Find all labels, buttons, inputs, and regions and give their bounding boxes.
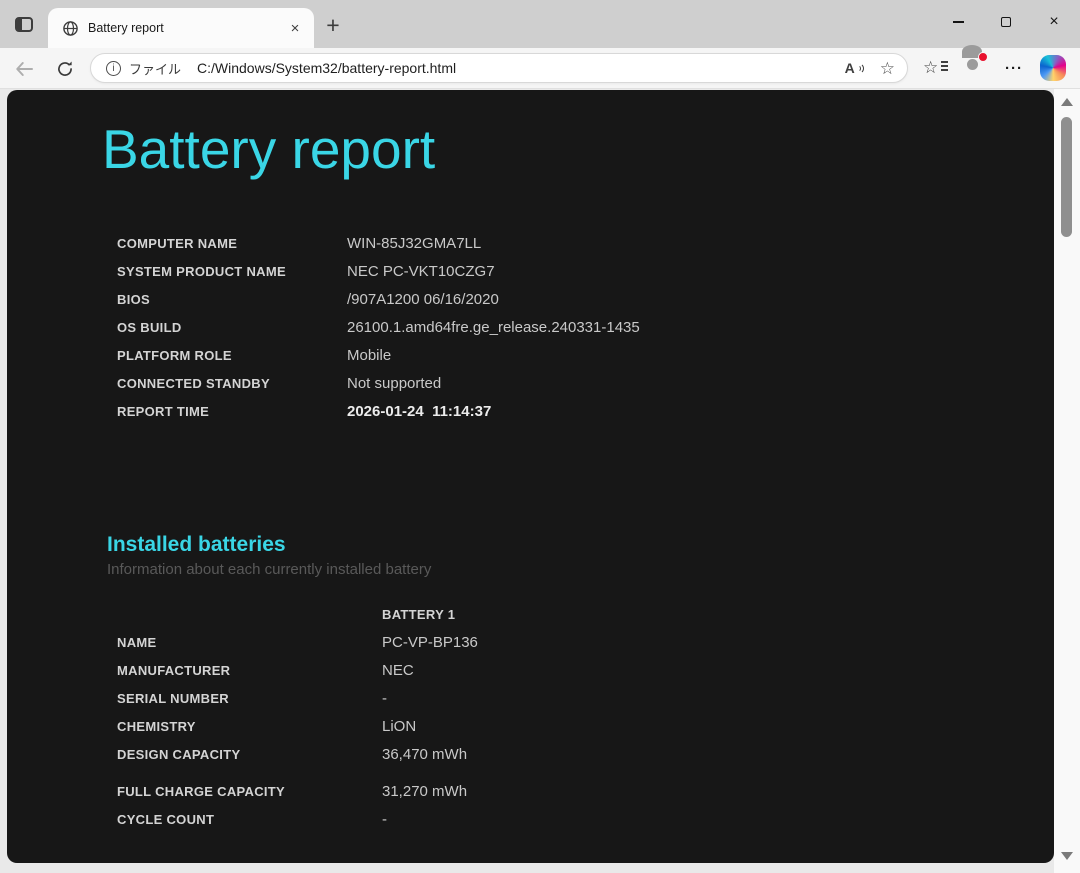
row-label: PLATFORM ROLE xyxy=(117,348,347,363)
settings-more-button[interactable]: ··· xyxy=(1000,57,1028,79)
row-label: SERIAL NUMBER xyxy=(117,691,382,706)
table-row: FULL CHARGE CAPACITY 31,270 mWh xyxy=(117,777,1054,805)
page-title: Battery report xyxy=(102,118,1054,181)
address-bar[interactable]: i ファイル C:/Windows/System32/battery-repor… xyxy=(90,53,908,83)
row-label: SYSTEM PRODUCT NAME xyxy=(117,264,347,279)
table-row: COMPUTER NAME WIN-85J32GMA7LL xyxy=(117,229,1054,257)
globe-icon xyxy=(62,20,79,37)
profile-avatar-button[interactable] xyxy=(958,54,986,82)
row-value: WIN-85J32GMA7LL xyxy=(347,235,481,252)
section-subtitle: Information about each currently install… xyxy=(107,561,1054,578)
row-value: PC-VP-BP136 xyxy=(382,634,478,651)
notification-dot xyxy=(978,52,988,62)
table-row: BIOS /907A1200 06/16/2020 xyxy=(117,285,1054,313)
scrollbar-thumb[interactable] xyxy=(1061,117,1072,237)
bookmark-star-icon[interactable]: ☆ xyxy=(880,60,895,77)
row-label: MANUFACTURER xyxy=(117,663,382,678)
row-label: DESIGN CAPACITY xyxy=(117,747,382,762)
row-label: COMPUTER NAME xyxy=(117,236,347,251)
favorites-button[interactable]: ☆ xyxy=(923,58,947,82)
row-value: 36,470 mWh xyxy=(382,746,467,763)
tab-close-icon[interactable]: × xyxy=(284,17,306,39)
maximize-button[interactable] xyxy=(982,0,1030,44)
table-row: SYSTEM PRODUCT NAME NEC PC-VKT10CZG7 xyxy=(117,257,1054,285)
tab-strip: Battery report × + × xyxy=(0,0,1080,48)
page-info-icon[interactable]: i xyxy=(106,61,121,76)
section-title: Installed batteries xyxy=(107,533,1054,557)
content-area: Battery report COMPUTER NAME WIN-85J32GM… xyxy=(0,89,1080,873)
copilot-icon xyxy=(1040,55,1066,81)
row-value: 26100.1.amd64fre.ge_release.240331-1435 xyxy=(347,319,640,336)
system-info-table: COMPUTER NAME WIN-85J32GMA7LL SYSTEM PRO… xyxy=(117,229,1054,425)
copilot-button[interactable] xyxy=(1040,55,1066,81)
table-row: CHEMISTRY LiON xyxy=(117,712,1054,740)
window-controls: × xyxy=(934,0,1078,44)
browser-toolbar: i ファイル C:/Windows/System32/battery-repor… xyxy=(0,48,1080,89)
back-button[interactable] xyxy=(12,57,36,81)
row-label: OS BUILD xyxy=(117,320,347,335)
row-value: Not supported xyxy=(347,375,441,392)
row-value: 2026-01-24 11:14:37 xyxy=(347,403,491,420)
table-row: MANUFACTURER NEC xyxy=(117,656,1054,684)
scrollbar-down-arrow-icon[interactable] xyxy=(1061,852,1073,860)
table-header-row: BATTERY 1 xyxy=(117,600,1054,628)
minimize-button[interactable] xyxy=(934,0,982,44)
close-icon: × xyxy=(1049,14,1058,30)
table-row: CYCLE COUNT - xyxy=(117,805,1054,833)
row-value: /907A1200 06/16/2020 xyxy=(347,291,499,308)
table-row: DESIGN CAPACITY 36,470 mWh xyxy=(117,740,1054,768)
tab-actions-icon xyxy=(15,17,33,32)
row-value: Mobile xyxy=(347,347,391,364)
row-label: CHEMISTRY xyxy=(117,719,382,734)
read-aloud-wave-icon xyxy=(853,63,864,74)
refresh-button[interactable] xyxy=(53,57,77,81)
table-row: PLATFORM ROLE Mobile xyxy=(117,341,1054,369)
table-row: NAME PC-VP-BP136 xyxy=(117,628,1054,656)
refresh-icon xyxy=(56,60,74,78)
maximize-icon xyxy=(1001,17,1011,27)
row-label: CYCLE COUNT xyxy=(117,812,382,827)
row-label: CONNECTED STANDBY xyxy=(117,376,347,391)
favorites-star-icon: ☆ xyxy=(923,59,938,76)
row-label: REPORT TIME xyxy=(117,404,347,419)
new-tab-button[interactable]: + xyxy=(320,12,346,38)
row-label: FULL CHARGE CAPACITY xyxy=(117,784,382,799)
table-row: SERIAL NUMBER - xyxy=(117,684,1054,712)
column-header: BATTERY 1 xyxy=(382,607,455,622)
table-row: OS BUILD 26100.1.amd64fre.ge_release.240… xyxy=(117,313,1054,341)
url-text[interactable]: C:/Windows/System32/battery-report.html xyxy=(197,60,845,76)
row-value: - xyxy=(382,811,387,828)
row-value: NEC PC-VKT10CZG7 xyxy=(347,263,495,280)
table-row: CONNECTED STANDBY Not supported xyxy=(117,369,1054,397)
battery-report-page: Battery report COMPUTER NAME WIN-85J32GM… xyxy=(7,90,1054,863)
favorites-lines-icon xyxy=(941,61,948,73)
installed-batteries-section: Installed batteries Information about ea… xyxy=(107,533,1054,578)
table-row: REPORT TIME 2026-01-24 11:14:37 xyxy=(117,397,1054,425)
back-arrow-icon xyxy=(14,59,34,79)
close-button[interactable]: × xyxy=(1030,0,1078,44)
tab-actions-menu-button[interactable] xyxy=(11,11,37,37)
url-scheme-label: ファイル xyxy=(129,59,181,78)
row-label: NAME xyxy=(117,635,382,650)
row-value: 31,270 mWh xyxy=(382,783,467,800)
row-label: BIOS xyxy=(117,292,347,307)
browser-tab[interactable]: Battery report × xyxy=(48,8,314,48)
row-value: NEC xyxy=(382,662,414,679)
row-value: - xyxy=(382,690,387,707)
battery-table: BATTERY 1 NAME PC-VP-BP136 MANUFACTURER … xyxy=(117,600,1054,833)
minimize-icon xyxy=(953,21,964,23)
scrollbar-up-arrow-icon[interactable] xyxy=(1061,98,1073,106)
tab-title: Battery report xyxy=(88,21,284,35)
read-aloud-button[interactable]: A xyxy=(845,60,864,76)
page-scrollbar[interactable] xyxy=(1054,89,1080,873)
row-value: LiON xyxy=(382,718,416,735)
